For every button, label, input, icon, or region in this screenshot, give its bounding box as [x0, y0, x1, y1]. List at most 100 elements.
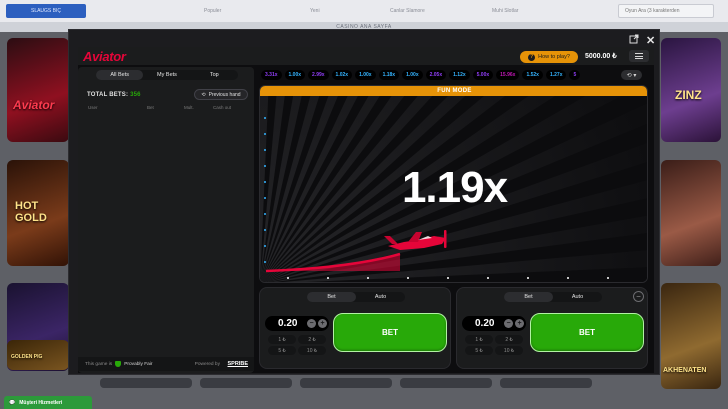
- tile-label: HOT GOLD: [15, 200, 47, 224]
- minus-icon[interactable]: −: [307, 319, 316, 328]
- history-pill[interactable]: 1.00x: [284, 70, 306, 80]
- tab-top[interactable]: Top: [191, 70, 238, 80]
- history-pill[interactable]: 1.00x: [402, 70, 423, 80]
- game-tile[interactable]: [500, 378, 592, 388]
- bets-tabs: All Bets My Bets Top: [96, 70, 238, 80]
- how-to-play-button[interactable]: ? How to play?: [520, 51, 578, 63]
- tab-auto[interactable]: Auto: [356, 292, 405, 302]
- game-tile[interactable]: [100, 378, 192, 388]
- aviator-logo: Aviator: [83, 49, 126, 64]
- history-pill[interactable]: 5: [569, 70, 581, 80]
- support-chat-button[interactable]: 💬 Müşteri Hizmetleri: [4, 396, 92, 409]
- bet-panel-2: Bet Auto − 0.20 − + 1 ₺ 2 ₺ 5 ₺ 10 ₺ BET: [456, 287, 648, 369]
- x-axis-dot: [327, 277, 329, 279]
- game-tile[interactable]: [661, 160, 721, 266]
- question-icon: ?: [528, 53, 536, 61]
- history-pill[interactable]: 1.00x: [355, 70, 376, 80]
- provably-fair-footer: This game is Provably Fair Powered by SP…: [78, 357, 254, 371]
- history-pill[interactable]: 2.99x: [308, 70, 329, 80]
- history-pill[interactable]: 15.96x: [496, 70, 520, 80]
- chip-5[interactable]: 5 ₺: [465, 346, 493, 355]
- chip-5[interactable]: 5 ₺: [268, 346, 296, 355]
- tile-label: GOLDEN PIG: [11, 354, 43, 360]
- game-tile[interactable]: ZINZ: [661, 38, 721, 142]
- column-user: User: [88, 105, 98, 110]
- multiplier-display: 1.19x: [401, 163, 508, 212]
- provably-fair-link[interactable]: Provably Fair: [124, 362, 152, 367]
- bets-panel: All Bets My Bets Top TOTAL BETS: 356 ⟲ P…: [78, 67, 254, 373]
- tab-all-bets[interactable]: All Bets: [96, 70, 144, 80]
- history-pill[interactable]: 1.12x: [449, 70, 470, 80]
- plus-icon[interactable]: +: [515, 319, 524, 328]
- game-tile[interactable]: [400, 378, 492, 388]
- game-header: Aviator ? How to play? 5000.00 ₺: [78, 47, 654, 65]
- history-pill[interactable]: 1.18x: [378, 70, 400, 80]
- y-axis-dot: [264, 229, 266, 231]
- round-history: 3.31x 1.00x 2.99x 1.02x 1.00x 1.18x 1.00x 2.05x…: [261, 70, 617, 80]
- chip-1[interactable]: 1 ₺: [268, 335, 296, 344]
- close-icon[interactable]: ✕: [646, 34, 655, 47]
- previous-hand-label: Previous hand: [208, 91, 241, 98]
- remove-panel-button[interactable]: −: [633, 291, 644, 302]
- history-pill[interactable]: 1.27x: [545, 70, 567, 80]
- x-axis-dot: [367, 277, 369, 279]
- x-axis-dot: [607, 277, 609, 279]
- tab-bet[interactable]: Bet: [504, 292, 553, 302]
- chip-10[interactable]: 10 ₺: [298, 346, 326, 355]
- stake-controls: 0.20 − + 1 ₺ 2 ₺ 5 ₺ 10 ₺: [462, 316, 526, 356]
- history-dropdown-button[interactable]: ⟲ ▾: [621, 70, 642, 80]
- bet-mode-tabs: Bet Auto: [504, 292, 602, 302]
- tab-auto[interactable]: Auto: [553, 292, 602, 302]
- history-pill[interactable]: 1.02x: [331, 70, 353, 80]
- plus-icon[interactable]: +: [318, 319, 327, 328]
- chip-2[interactable]: 2 ₺: [298, 335, 326, 344]
- minus-icon[interactable]: −: [504, 319, 513, 328]
- stake-value[interactable]: 0.20: [278, 318, 297, 329]
- chip-2[interactable]: 2 ₺: [495, 335, 523, 344]
- minus-icon: −: [636, 291, 641, 301]
- history-pill[interactable]: 2.05x: [425, 70, 447, 80]
- game-tile[interactable]: [300, 378, 392, 388]
- x-axis-dot: [527, 277, 529, 279]
- total-bets: TOTAL BETS: 356: [87, 92, 141, 98]
- game-tile[interactable]: Aviator: [7, 38, 69, 142]
- open-external-icon[interactable]: [629, 34, 639, 44]
- tile-label: AKHENATEN: [663, 367, 707, 374]
- category-select[interactable]: SLAUGS BIÇ: [6, 4, 86, 18]
- game-tile[interactable]: HOT GOLD: [7, 160, 69, 266]
- powered-by: Powered by: [194, 361, 220, 367]
- tab-my-bets[interactable]: My Bets: [143, 70, 190, 80]
- shield-icon: [115, 361, 122, 367]
- stake-input[interactable]: 0.20 − +: [265, 316, 329, 331]
- history-pill[interactable]: 5.00x: [472, 70, 494, 80]
- history-pill[interactable]: 3.31x: [261, 70, 282, 80]
- x-axis-dot: [407, 277, 409, 279]
- previous-hand-button[interactable]: ⟲ Previous hand: [194, 89, 248, 100]
- game-tile[interactable]: [200, 378, 292, 388]
- chip-1[interactable]: 1 ₺: [465, 335, 493, 344]
- chip-10[interactable]: 10 ₺: [495, 346, 523, 355]
- site-topbar: SLAUGS BIÇ Populer Yeni Canlar Slamore M…: [0, 0, 728, 22]
- menu-button[interactable]: [629, 50, 649, 62]
- chat-icon: 💬: [9, 399, 16, 406]
- bet-button[interactable]: BET: [333, 313, 447, 352]
- column-bet: Bet: [147, 105, 154, 110]
- nav-populer[interactable]: Populer: [204, 8, 221, 14]
- y-axis-dot: [264, 133, 266, 135]
- how-to-play-label: How to play?: [538, 54, 570, 60]
- stake-input[interactable]: 0.20 − +: [462, 316, 526, 331]
- bet-mode-tabs: Bet Auto: [307, 292, 405, 302]
- y-axis-dot: [264, 245, 266, 247]
- nav-muhi-slotlar[interactable]: Muhi Slotlar: [492, 8, 518, 14]
- y-axis-dot: [264, 117, 266, 119]
- bet-button[interactable]: BET: [530, 313, 644, 352]
- game-search-input[interactable]: Oyun Ara (3 karakterden: [618, 4, 714, 18]
- column-cash-out: Cash out: [213, 105, 232, 110]
- game-tile[interactable]: GOLDEN PIG: [7, 340, 69, 370]
- game-tile[interactable]: AKHENATEN: [661, 283, 721, 389]
- history-pill[interactable]: 1.52x: [522, 70, 543, 80]
- nav-canli-slotlar[interactable]: Canlar Slamore: [390, 8, 425, 14]
- stake-value[interactable]: 0.20: [475, 318, 494, 329]
- tab-bet[interactable]: Bet: [307, 292, 356, 302]
- nav-yeni[interactable]: Yeni: [310, 8, 320, 14]
